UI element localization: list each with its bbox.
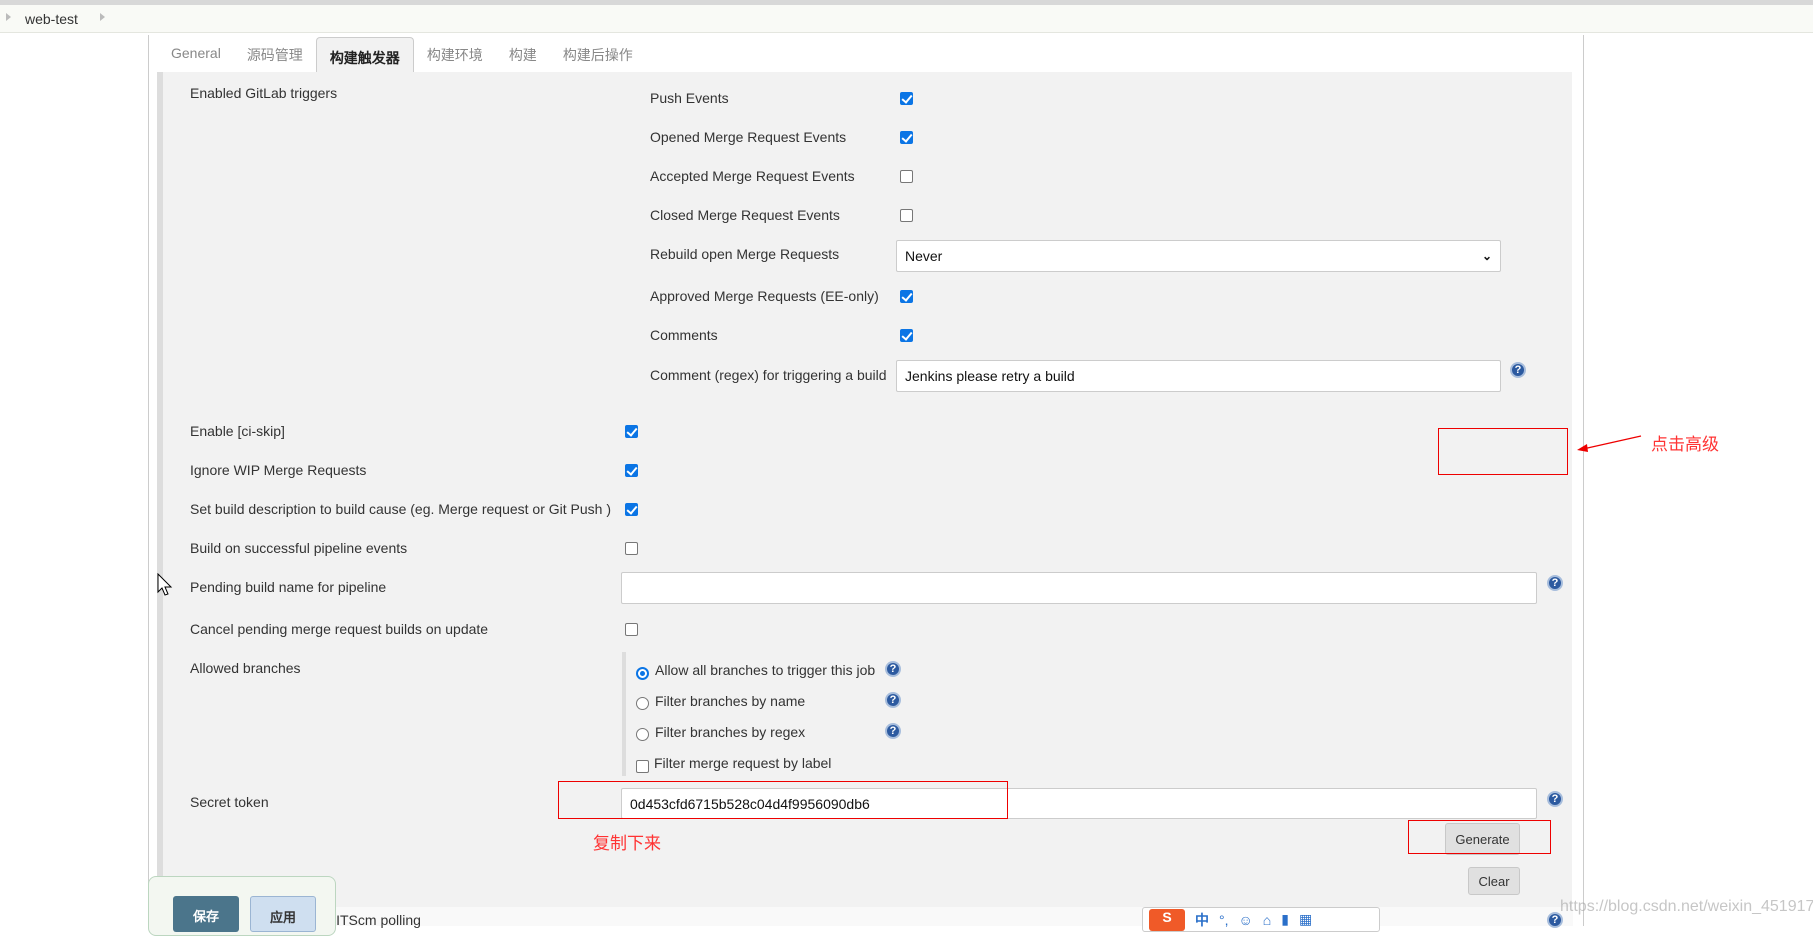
tab-bar: General 源码管理 构建触发器 构建环境 构建 构建后操作 (148, 35, 646, 74)
help-icon[interactable]: ? (885, 661, 901, 677)
closed-mr-checkbox[interactable] (900, 209, 913, 222)
pending-name-input[interactable] (621, 572, 1537, 604)
help-icon[interactable]: ? (1547, 791, 1563, 807)
tab-post-build[interactable]: 构建后操作 (550, 35, 646, 72)
filter-by-name-radio[interactable] (636, 697, 649, 710)
breadcrumb (0, 5, 1813, 33)
annotation-box-token (558, 781, 1008, 819)
opened-mr-checkbox[interactable] (900, 131, 913, 144)
breadcrumb-item-web-test[interactable]: web-test (25, 11, 78, 27)
help-icon[interactable]: ? (885, 692, 901, 708)
push-events-label: Push Events (650, 90, 729, 106)
tab-build-triggers[interactable]: 构建触发器 (315, 37, 414, 74)
watermark: https://blog.csdn.net/weixin_45191791 (1560, 898, 1813, 915)
help-icon[interactable]: ? (885, 723, 901, 739)
tab-scm[interactable]: 源码管理 (234, 35, 316, 72)
opened-mr-label: Opened Merge Request Events (650, 129, 847, 145)
accepted-mr-checkbox[interactable] (900, 170, 913, 183)
pipeline-events-label: Build on successful pipeline events (190, 540, 408, 556)
comment-regex-label: Comment (regex) for triggering a build (650, 367, 887, 383)
cancel-pending-checkbox[interactable] (625, 623, 638, 636)
apply-button[interactable]: 应用 (250, 896, 316, 932)
filter-by-label-label: Filter merge request by label (654, 755, 832, 771)
annotation-arrow-icon (1577, 435, 1642, 452)
comment-regex-input[interactable]: Jenkins please retry a build (896, 360, 1501, 392)
comments-label: Comments (650, 327, 718, 343)
ime-punct-icon[interactable]: °, (1219, 912, 1229, 928)
tab-build-env[interactable]: 构建环境 (414, 35, 496, 72)
pending-name-label: Pending build name for pipeline (190, 579, 387, 595)
cancel-pending-label: Cancel pending merge request builds on u… (190, 621, 489, 637)
build-description-label: Set build description to build cause (eg… (190, 501, 611, 517)
comments-checkbox[interactable] (900, 329, 913, 342)
allow-all-branches-label: Allow all branches to trigger this job (655, 662, 876, 678)
ci-skip-label: Enable [ci-skip] (190, 423, 285, 439)
filter-by-regex-label: Filter branches by regex (655, 724, 806, 740)
ime-logo-icon: S (1149, 908, 1185, 931)
clear-button[interactable]: Clear (1468, 867, 1520, 895)
approved-mr-checkbox[interactable] (900, 290, 913, 303)
emoji-icon[interactable]: ☺ (1239, 912, 1253, 928)
tab-build[interactable]: 构建 (496, 35, 550, 72)
ci-skip-checkbox[interactable] (625, 425, 638, 438)
closed-mr-label: Closed Merge Request Events (650, 207, 840, 223)
tab-general[interactable]: General (158, 35, 234, 72)
secret-token-label: Secret token (190, 794, 269, 810)
help-icon[interactable]: ? (1510, 362, 1526, 378)
ignore-wip-checkbox[interactable] (625, 464, 638, 477)
approved-mr-label: Approved Merge Requests (EE-only) (650, 288, 879, 304)
push-events-checkbox[interactable] (900, 92, 913, 105)
allowed-branches-label: Allowed branches (190, 660, 301, 676)
annotation-click-advanced: 点击高级 (1651, 435, 1719, 455)
filter-by-label-checkbox[interactable] (636, 760, 649, 773)
rebuild-select-value: Never (905, 248, 943, 264)
annotation-copy: 复制下来 (593, 834, 661, 854)
breadcrumb-arrow-icon[interactable] (100, 13, 105, 21)
build-description-checkbox[interactable] (625, 503, 638, 516)
toolbox-icon[interactable]: ▦ (1299, 911, 1312, 928)
mic-icon[interactable]: ▮ (1281, 911, 1289, 928)
ignore-wip-label: Ignore WIP Merge Requests (190, 462, 367, 478)
rebuild-select[interactable]: Never ⌄ (896, 240, 1501, 272)
branches-group-bar (622, 652, 626, 776)
annotation-box-advanced (1438, 428, 1568, 475)
allow-all-branches-radio[interactable] (636, 667, 649, 680)
pipeline-events-checkbox[interactable] (625, 542, 638, 555)
save-button[interactable]: 保存 (173, 896, 239, 932)
gitlab-triggers-label: Enabled GitLab triggers (190, 85, 338, 101)
help-icon[interactable]: ? (1547, 575, 1563, 591)
chevron-down-icon: ⌄ (1481, 249, 1492, 263)
accepted-mr-label: Accepted Merge Request Events (650, 168, 855, 184)
annotation-box-generate (1408, 820, 1551, 854)
rebuild-label: Rebuild open Merge Requests (650, 246, 840, 262)
ime-mode-icon[interactable]: 中 (1195, 910, 1209, 930)
breadcrumb-arrow-icon (6, 13, 11, 21)
skin-icon[interactable]: ⌂ (1263, 912, 1271, 928)
filter-by-name-label: Filter branches by name (655, 693, 806, 709)
mouse-cursor-icon (157, 573, 173, 596)
filter-by-regex-radio[interactable] (636, 728, 649, 741)
ime-toolbar[interactable]: S 中 °, ☺ ⌂ ▮ ▦ (1142, 907, 1380, 932)
